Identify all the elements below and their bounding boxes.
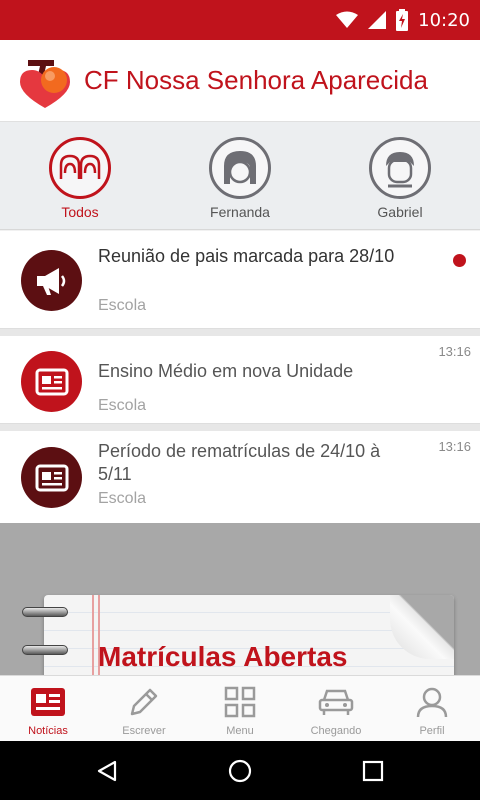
bottom-navigation: Notícias Escrever Menu Chegando Perfil — [0, 675, 480, 741]
news-source: Escola — [98, 490, 147, 507]
pencil-icon — [126, 685, 162, 719]
status-bar: 10:20 — [0, 0, 480, 40]
banner-headline: Matrículas Abertas — [98, 641, 348, 672]
filter-label: Gabriel — [377, 204, 423, 220]
nav-menu[interactable]: Menu — [192, 676, 288, 741]
app-title: CF Nossa Senhora Aparecida — [84, 65, 428, 95]
notebook-ring — [22, 645, 68, 655]
filter-fernanda[interactable]: Fernanda — [180, 137, 300, 220]
home-circle-icon — [228, 759, 252, 782]
nav-label: Perfil — [419, 725, 445, 737]
grid-icon — [222, 685, 258, 719]
girl-avatar-icon — [209, 137, 271, 199]
school-logo-icon — [16, 52, 74, 110]
news-title: Ensino Médio em nova Unidade — [98, 361, 354, 381]
battery-charging-icon — [396, 9, 409, 31]
wifi-icon — [336, 9, 359, 31]
car-icon — [318, 685, 354, 719]
megaphone-icon — [21, 250, 82, 311]
unread-indicator — [453, 254, 466, 267]
news-source: Escola — [98, 397, 147, 414]
nav-label: Escrever — [122, 725, 166, 737]
nav-chegando[interactable]: Chegando — [288, 676, 384, 741]
news-source: Escola — [98, 297, 147, 314]
nav-noticias[interactable]: Notícias — [0, 676, 96, 741]
filter-todos[interactable]: Todos — [20, 137, 140, 220]
news-time: 13:16 — [438, 439, 471, 454]
news-feed[interactable]: Reunião de pais marcada para 28/10 Escol… — [0, 231, 480, 675]
home-button[interactable] — [220, 751, 260, 791]
news-item[interactable]: Ensino Médio em nova Unidade Escola 13:1… — [0, 336, 480, 424]
nav-label: Menu — [226, 725, 254, 737]
filter-label: Fernanda — [210, 204, 270, 220]
system-navigation-bar — [0, 741, 480, 800]
enrollment-banner[interactable]: Matrículas Abertas — [0, 520, 480, 675]
child-filter-bar: Todos Fernanda Gabriel — [0, 122, 480, 230]
news-title: Reunião de pais marcada para 28/10 — [98, 246, 395, 266]
group-icon — [49, 137, 111, 199]
filter-label: Todos — [61, 204, 99, 220]
news-time: 13:16 — [438, 344, 471, 359]
news-item[interactable]: Período de rematrículas de 24/10 à 5/11 … — [0, 431, 480, 521]
nav-escrever[interactable]: Escrever — [96, 676, 192, 741]
nav-perfil[interactable]: Perfil — [384, 676, 480, 741]
news-icon — [30, 685, 66, 719]
notebook-ring — [22, 607, 68, 617]
back-triangle-icon — [97, 760, 116, 781]
newspaper-icon — [21, 351, 82, 412]
news-title: Período de rematrículas de 24/10 à 5/11 — [98, 441, 381, 484]
news-item[interactable]: Reunião de pais marcada para 28/10 Escol… — [0, 231, 480, 329]
boy-avatar-icon — [369, 137, 431, 199]
filter-gabriel[interactable]: Gabriel — [340, 137, 460, 220]
back-button[interactable] — [87, 751, 127, 791]
newspaper-icon — [21, 447, 82, 508]
recents-square-icon — [363, 760, 384, 781]
signal-icon — [368, 9, 387, 31]
status-time: 10:20 — [418, 9, 470, 31]
app-header: CF Nossa Senhora Aparecida — [0, 40, 480, 122]
nav-label: Chegando — [310, 725, 362, 737]
nav-label: Notícias — [28, 725, 68, 737]
recents-button[interactable] — [353, 751, 393, 791]
person-icon — [414, 685, 450, 719]
